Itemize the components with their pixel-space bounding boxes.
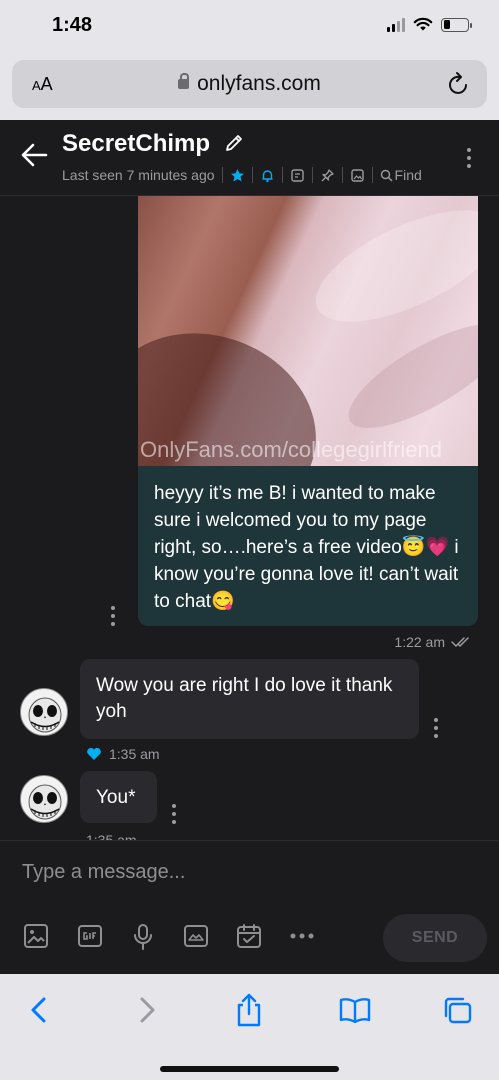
home-indicator [160, 1066, 339, 1072]
received-message-bubble[interactable]: You* [80, 771, 157, 823]
image-upload-icon[interactable] [23, 923, 49, 949]
share-icon[interactable] [234, 992, 264, 1028]
browser-toolbar [0, 974, 499, 1080]
star-icon[interactable] [230, 168, 245, 183]
back-arrow-icon[interactable] [20, 142, 48, 168]
received-message-meta: 1:35 am [86, 832, 137, 840]
lock-icon [178, 73, 190, 89]
message-options-icon[interactable] [172, 804, 176, 824]
message-options-icon[interactable] [111, 606, 115, 626]
find-label: Find [394, 167, 422, 183]
wifi-icon [413, 17, 433, 31]
url-display[interactable]: onlyfans.com [12, 72, 487, 96]
vault-media-icon[interactable] [183, 923, 209, 949]
sent-media-image[interactable]: OnlyFans.com/collegegirlfriend [138, 196, 478, 466]
tabs-icon[interactable] [442, 996, 474, 1026]
status-icons [387, 17, 472, 32]
find-button[interactable]: Find [380, 167, 422, 183]
received-message-meta: 1:35 am [86, 746, 160, 762]
received-time: 1:35 am [86, 832, 137, 840]
pencil-edit-icon[interactable] [224, 133, 244, 153]
compose-area: SEND [0, 840, 499, 974]
microphone-icon[interactable] [131, 923, 155, 951]
url-text: onlyfans.com [197, 72, 321, 95]
contact-name[interactable]: SecretChimp [62, 130, 210, 158]
browser-forward-icon[interactable] [136, 996, 158, 1024]
last-seen-text: Last seen 7 minutes ago [62, 167, 215, 183]
cellular-signal-icon [387, 17, 405, 32]
more-options-icon[interactable] [467, 148, 471, 168]
address-bar[interactable]: AA onlyfans.com [12, 60, 487, 108]
contact-avatar[interactable] [20, 775, 68, 823]
message-options-icon[interactable] [434, 718, 438, 738]
received-message-text: Wow you are right I do love it thank yoh [96, 675, 393, 722]
received-message-bubble[interactable]: Wow you are right I do love it thank yoh [80, 659, 419, 739]
pin-icon[interactable] [320, 168, 335, 183]
browser-back-icon[interactable] [28, 996, 50, 1024]
browser-address-area: AA onlyfans.com [0, 52, 499, 120]
more-tools-icon[interactable] [290, 932, 314, 940]
status-time: 1:48 [52, 14, 93, 36]
double-check-icon [451, 637, 469, 647]
message-input[interactable] [22, 861, 462, 884]
schedule-calendar-icon[interactable] [236, 923, 262, 949]
battery-icon [441, 17, 472, 32]
status-bar: 1:48 [0, 0, 499, 52]
heart-icon[interactable] [86, 747, 102, 761]
bookmarks-icon[interactable] [338, 996, 372, 1024]
received-message-text: You* [96, 787, 136, 808]
bell-icon[interactable] [260, 168, 275, 183]
received-time: 1:35 am [109, 746, 160, 762]
send-button[interactable]: SEND [383, 914, 487, 962]
reload-icon[interactable] [447, 71, 471, 97]
header-subbar: Last seen 7 minutes ago Find [62, 167, 422, 183]
note-icon[interactable] [290, 168, 305, 183]
sent-time: 1:22 am [394, 634, 445, 650]
sent-message-text: heyyy it’s me B! i wanted to make sure i… [154, 483, 459, 612]
magnifier-icon [380, 169, 393, 182]
contact-avatar[interactable] [20, 688, 68, 736]
chat-header: SecretChimp Last seen 7 minutes ago Find [0, 120, 499, 196]
gif-icon[interactable] [77, 923, 103, 949]
sent-message-bubble[interactable]: heyyy it’s me B! i wanted to make sure i… [138, 466, 478, 626]
sent-message-meta: 1:22 am [394, 634, 473, 650]
media-watermark: OnlyFans.com/collegegirlfriend [140, 437, 443, 462]
image-gallery-icon[interactable] [350, 168, 365, 183]
message-list[interactable]: OnlyFans.com/collegegirlfriend heyyy it’… [0, 196, 499, 840]
